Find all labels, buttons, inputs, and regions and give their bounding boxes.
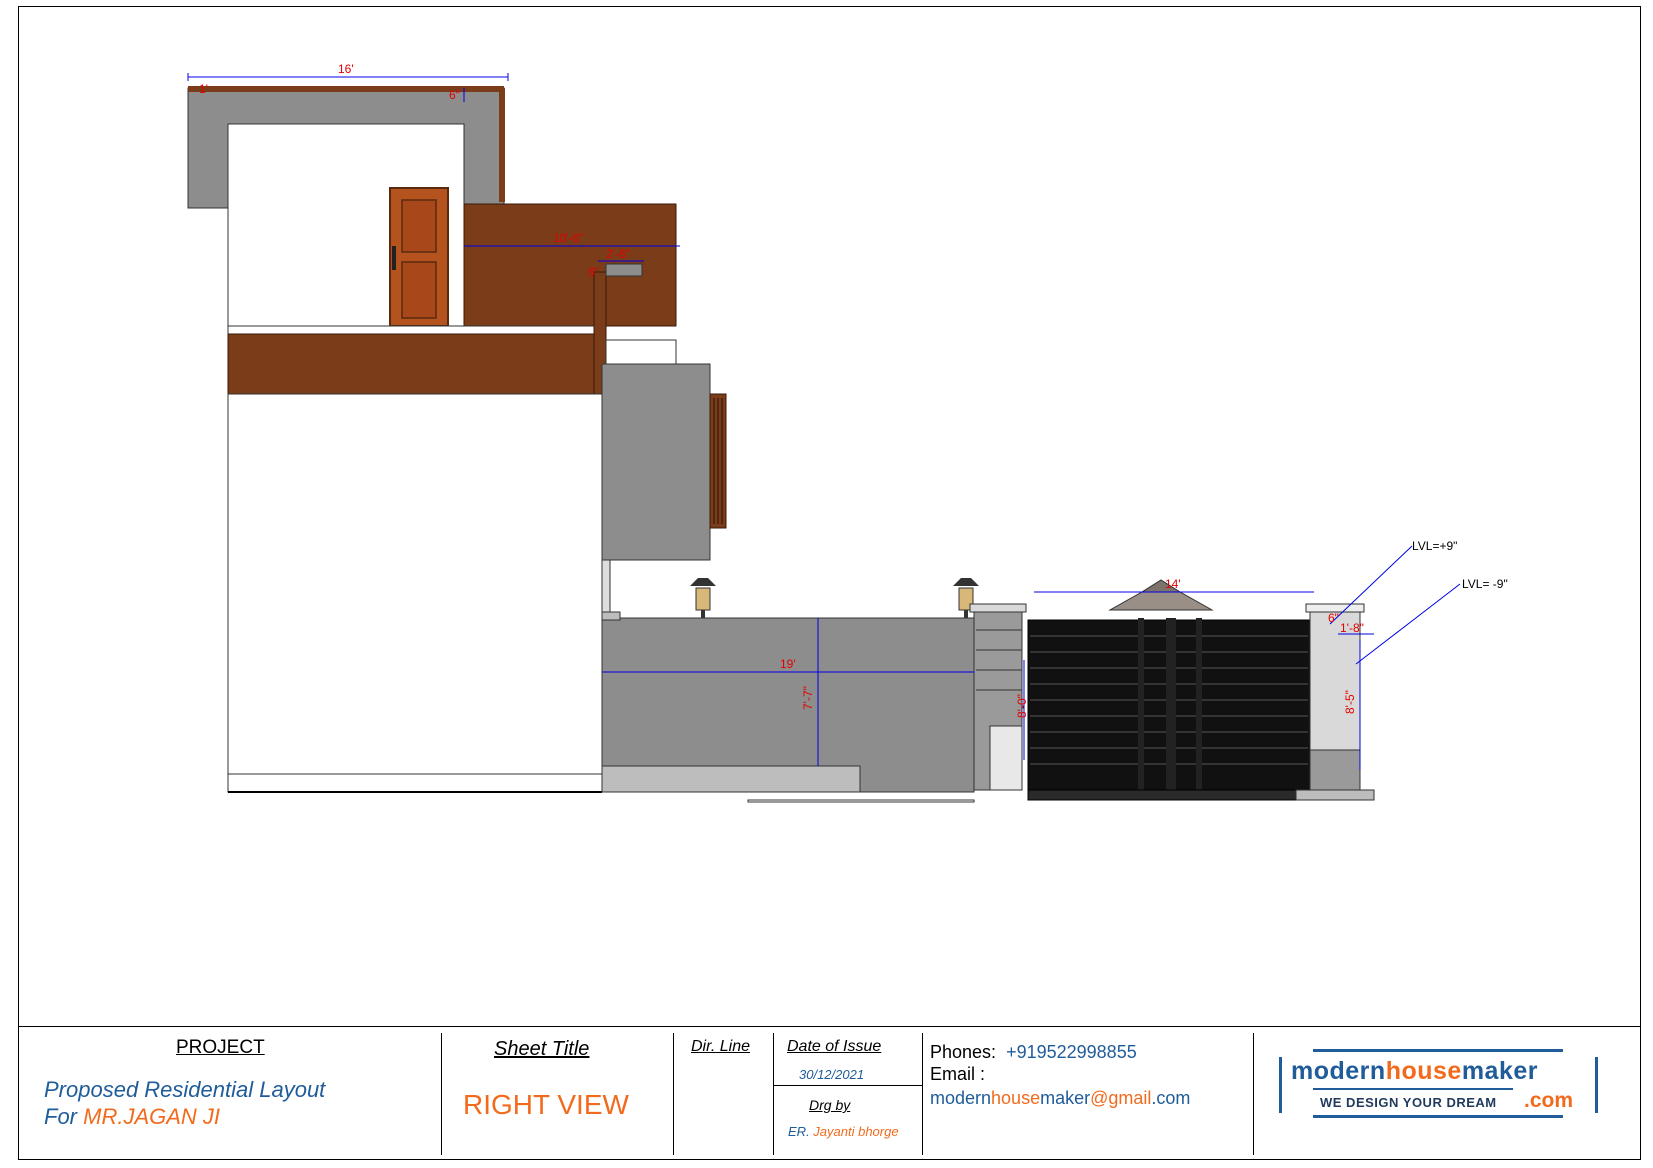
- dim-wall-height: 7'-7": [801, 686, 815, 710]
- project-for: For: [44, 1104, 84, 1129]
- phones-label: Phones:: [930, 1042, 997, 1062]
- upper-door: [389, 187, 449, 327]
- dim-gate-width: 14': [1165, 577, 1181, 591]
- email-part: @gmail: [1090, 1088, 1152, 1108]
- dim-pillar-top: 6": [1328, 611, 1339, 625]
- logo-suffix: .com: [1524, 1089, 1574, 1112]
- email-label: Email :: [930, 1064, 986, 1084]
- company-logo: modernhousemaker WE DESIGN YOUR DREAM .c…: [1273, 1043, 1613, 1127]
- divider: [441, 1033, 442, 1155]
- email-part: .com: [1151, 1088, 1191, 1108]
- drawn-by-heading: Drg by: [809, 1097, 851, 1113]
- divider: [1253, 1033, 1254, 1155]
- ground-wall: [227, 393, 603, 793]
- dir-line-heading: Dir. Line: [691, 1038, 750, 1055]
- drawn-by-prefix: ER.: [788, 1124, 814, 1139]
- logo-word: modern: [1291, 1057, 1386, 1085]
- dim-balcony-width: 10'-6": [553, 231, 584, 245]
- email-part: modern: [930, 1088, 992, 1108]
- email-part: maker: [1040, 1088, 1091, 1108]
- wood-cladding-upper: [463, 203, 677, 327]
- sheet-title-heading: Sheet Title: [494, 1038, 590, 1060]
- logo-word: maker: [1461, 1057, 1538, 1085]
- dim-top-width: 16': [338, 62, 354, 76]
- email-address: modernhousemaker@gmail.com: [930, 1088, 1190, 1109]
- wall-lamp-left: [690, 578, 716, 618]
- drawn-by-value: ER. Jayanti bhorge: [788, 1124, 899, 1139]
- phones: Phones: +919522998855: [930, 1042, 1137, 1063]
- client-name: MR.JAGAN JI: [83, 1104, 221, 1129]
- divider: [922, 1033, 923, 1155]
- dim-wall-length: 19': [780, 657, 796, 671]
- dim-small-overhang: 2'-6": [606, 247, 630, 261]
- right-elevation-drawing: 16' 1' 6" 10'-6" 2'-6" 6" 19' 7'-7" 14' …: [187, 62, 1508, 803]
- sheet-title-value: RIGHT VIEW: [463, 1089, 629, 1120]
- date-of-issue-heading: Date of Issue: [787, 1038, 882, 1055]
- dim-pillar-height: 8'-5": [1343, 690, 1357, 714]
- gate-canopy: [1108, 579, 1214, 611]
- title-block: PROJECT Proposed Residential Layout For …: [18, 1026, 1641, 1160]
- logo-tagline: WE DESIGN YOUR DREAM: [1320, 1095, 1497, 1110]
- dim-small-tag: 6": [588, 265, 599, 279]
- logo-wordmark: modernhousemaker: [1291, 1057, 1538, 1086]
- divider: [773, 1033, 774, 1155]
- boundary-wall: [601, 611, 975, 803]
- gate-leaves: [1027, 618, 1311, 801]
- email-part: house: [991, 1088, 1041, 1108]
- date-of-issue-value: 30/12/2021: [799, 1067, 865, 1082]
- project-heading: PROJECT: [176, 1037, 265, 1058]
- phone-number: +919522998855: [1006, 1042, 1137, 1062]
- project-line2: For MR.JAGAN JI: [44, 1104, 220, 1130]
- project-line1: Proposed Residential Layout: [44, 1077, 326, 1102]
- divider: [673, 1033, 674, 1155]
- logo-word: house: [1385, 1057, 1462, 1085]
- dim-pillar-width: 1'-8": [1340, 621, 1364, 635]
- level-lower: LVL= -9": [1462, 577, 1508, 591]
- dim-gate-height: 8'-0": [1015, 694, 1029, 718]
- level-upper: LVL=+9": [1412, 539, 1457, 553]
- divider: [773, 1085, 922, 1086]
- dim-top-small-left: 1': [199, 82, 208, 96]
- drawn-by-name: Jayanti bhorge: [813, 1124, 899, 1139]
- side-projection-box: [601, 363, 727, 613]
- dim-top-small-right: 6": [449, 88, 460, 102]
